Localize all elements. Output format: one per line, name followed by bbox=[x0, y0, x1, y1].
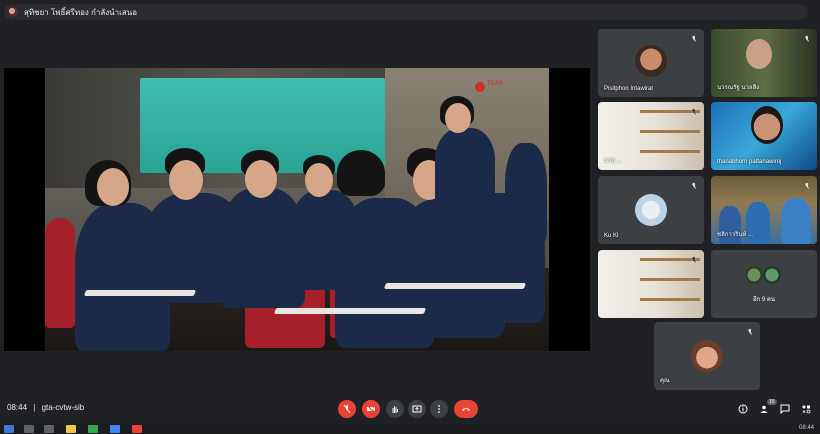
participant-name: Pisitphon Intawirat bbox=[604, 86, 654, 92]
self-tile[interactable]: คุณ bbox=[654, 322, 760, 390]
meeting-code: gta-cvtw-sib bbox=[41, 403, 85, 412]
separator: | bbox=[33, 403, 36, 412]
shelf bbox=[640, 130, 700, 133]
present-button[interactable] bbox=[408, 400, 426, 418]
participant-face bbox=[751, 106, 783, 144]
line-app-icon[interactable] bbox=[88, 425, 98, 433]
shelf bbox=[640, 150, 700, 153]
mic-off-icon bbox=[690, 182, 698, 190]
mic-off-icon bbox=[690, 256, 698, 264]
participant-name: Ku Kl bbox=[604, 233, 619, 239]
file-explorer-icon[interactable] bbox=[66, 425, 76, 433]
presented-video: TCAS bbox=[45, 68, 549, 351]
presentation-stage[interactable]: TCAS bbox=[4, 68, 590, 351]
shelf bbox=[640, 278, 700, 281]
video-logo bbox=[475, 82, 485, 92]
meeting-time-and-code: 08:44 | gta-cvtw-sib bbox=[7, 403, 84, 412]
participant-name: นวรณรัฐ นวลสิง bbox=[717, 85, 760, 91]
people-icon bbox=[760, 405, 768, 413]
meeting-time: 08:44 bbox=[7, 403, 28, 412]
student-face bbox=[245, 160, 277, 198]
present-icon bbox=[412, 405, 422, 413]
mic-off-icon bbox=[746, 328, 754, 336]
self-avatar bbox=[691, 340, 723, 372]
instructor-face bbox=[445, 103, 471, 133]
mic-toggle-button[interactable] bbox=[338, 400, 356, 418]
instructor bbox=[435, 128, 495, 208]
info-icon bbox=[738, 404, 748, 414]
participant-name: thanabhorn pattanawiroj bbox=[717, 159, 782, 165]
chat-icon bbox=[780, 404, 790, 414]
raise-hand-button[interactable] bbox=[386, 400, 404, 418]
chat-button[interactable] bbox=[779, 403, 791, 415]
chair bbox=[45, 218, 75, 328]
raise-hand-icon bbox=[392, 406, 398, 413]
mic-off-icon bbox=[690, 108, 698, 116]
video-logo-text: TCAS bbox=[487, 81, 504, 87]
person bbox=[781, 198, 811, 244]
task-view-icon[interactable] bbox=[44, 425, 54, 433]
bottom-control-bar: 08:44 | gta-cvtw-sib 15 bbox=[0, 396, 820, 424]
participant-avatar bbox=[635, 45, 667, 77]
chrome-icon[interactable] bbox=[132, 425, 142, 433]
student-face bbox=[305, 163, 333, 197]
mic-off-icon bbox=[803, 182, 811, 190]
os-taskbar: 08:44 bbox=[0, 424, 820, 434]
participant-count-badge: 15 bbox=[767, 399, 777, 405]
browser-icon[interactable] bbox=[110, 425, 120, 433]
participant-avatar bbox=[635, 194, 667, 226]
participant-tile[interactable]: Pisitphon Intawirat bbox=[598, 29, 704, 97]
more-participants-label: อีก 9 คน bbox=[752, 297, 776, 303]
camera-toggle-button[interactable] bbox=[362, 400, 380, 418]
participant-tile[interactable]: นวรณรัฐ นวลสิง bbox=[711, 29, 817, 97]
desk bbox=[273, 308, 427, 314]
end-call-button[interactable] bbox=[454, 400, 478, 418]
participant-name: ชลิกาวรินท์ ... bbox=[717, 232, 754, 238]
more-options-button[interactable] bbox=[430, 400, 448, 418]
presenter-avatar bbox=[8, 7, 18, 17]
participant-face bbox=[746, 39, 772, 69]
mic-off-icon bbox=[690, 35, 698, 43]
more-participants-tile[interactable]: อีก 9 คน bbox=[711, 250, 817, 318]
participant-name: นาย ... bbox=[604, 158, 622, 164]
top-bar: สุทิชยา โพธิ์ศรีทอง กำลังนำเสนอ bbox=[0, 0, 820, 24]
search-icon[interactable] bbox=[24, 425, 34, 433]
student-face bbox=[97, 168, 129, 206]
taskbar-clock: 08:44 bbox=[798, 425, 814, 431]
presenter-banner: สุทิชยา โพธิ์ศรีทอง กำลังนำเสนอ bbox=[4, 4, 808, 20]
camera-off-icon bbox=[366, 404, 376, 414]
mannequin bbox=[505, 143, 547, 243]
activities-button[interactable] bbox=[800, 403, 812, 415]
presenter-text: สุทิชยา โพธิ์ศรีทอง กำลังนำเสนอ bbox=[24, 7, 138, 17]
participant-avatar bbox=[763, 266, 781, 284]
mic-off-icon bbox=[803, 35, 811, 43]
student-hair bbox=[337, 150, 385, 196]
meeting-info-button[interactable] bbox=[737, 403, 749, 415]
more-options-icon bbox=[438, 405, 440, 413]
desk bbox=[383, 283, 527, 289]
end-call-icon bbox=[462, 408, 470, 411]
student-face bbox=[169, 160, 203, 200]
participant-tile[interactable]: ชลิกาวรินท์ ... bbox=[711, 176, 817, 244]
start-icon[interactable] bbox=[4, 425, 14, 433]
desk bbox=[83, 290, 197, 296]
participant-tile[interactable]: thanabhorn pattanawiroj bbox=[711, 102, 817, 170]
participant-tile[interactable]: Ku Kl bbox=[598, 176, 704, 244]
participant-tile[interactable] bbox=[598, 250, 704, 318]
shelf bbox=[640, 298, 700, 301]
mic-off-icon bbox=[343, 404, 351, 414]
self-name: คุณ bbox=[660, 378, 670, 384]
participant-avatar bbox=[745, 266, 763, 284]
activities-icon bbox=[802, 405, 811, 414]
participant-tile[interactable]: นาย ... bbox=[598, 102, 704, 170]
